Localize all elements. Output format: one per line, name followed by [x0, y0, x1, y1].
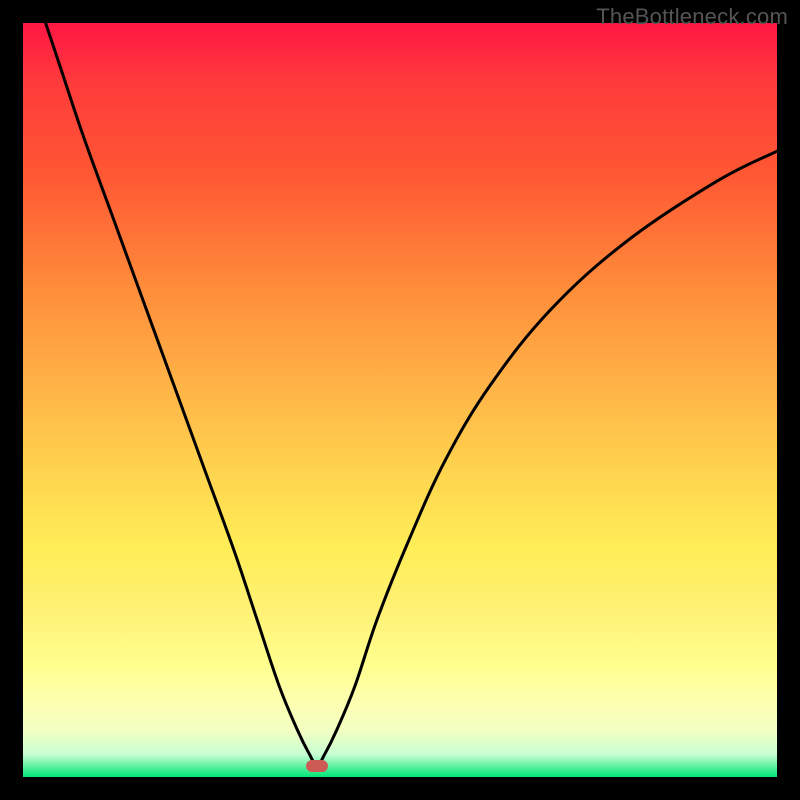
minimum-marker [306, 760, 328, 772]
chart-plot-area [23, 23, 777, 777]
watermark-text: TheBottleneck.com [596, 4, 788, 30]
bottleneck-curve [23, 23, 777, 777]
